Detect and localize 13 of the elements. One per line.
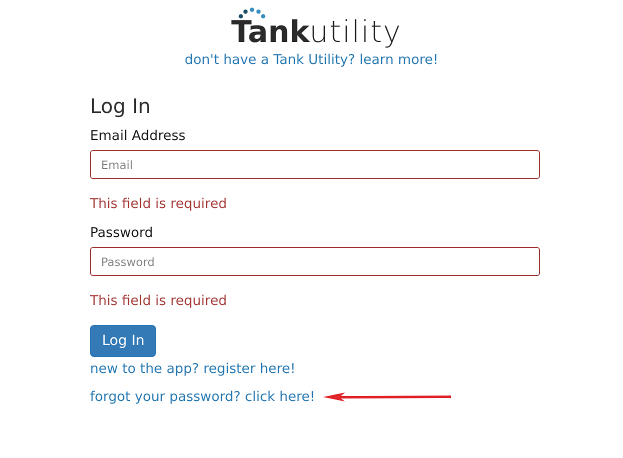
text-link[interactable]: new to the app? register here! [90,361,296,377]
input-field[interactable]: Email [90,150,540,179]
field-label: Email Address [90,128,186,144]
form-title: Log In [90,94,151,118]
text-link[interactable]: forgot your password? click here! [90,389,316,405]
sprout-icon [238,7,266,20]
logo-text: Tankutility [231,16,402,50]
error-message: This field is required [90,196,227,212]
learn-more-link[interactable]: don't have a Tank Utility? learn more! [184,52,438,68]
field-label: Password [90,225,154,241]
login-button[interactable]: Log In [90,325,156,357]
input-field[interactable]: Password [90,247,540,276]
error-message: This field is required [90,293,227,309]
